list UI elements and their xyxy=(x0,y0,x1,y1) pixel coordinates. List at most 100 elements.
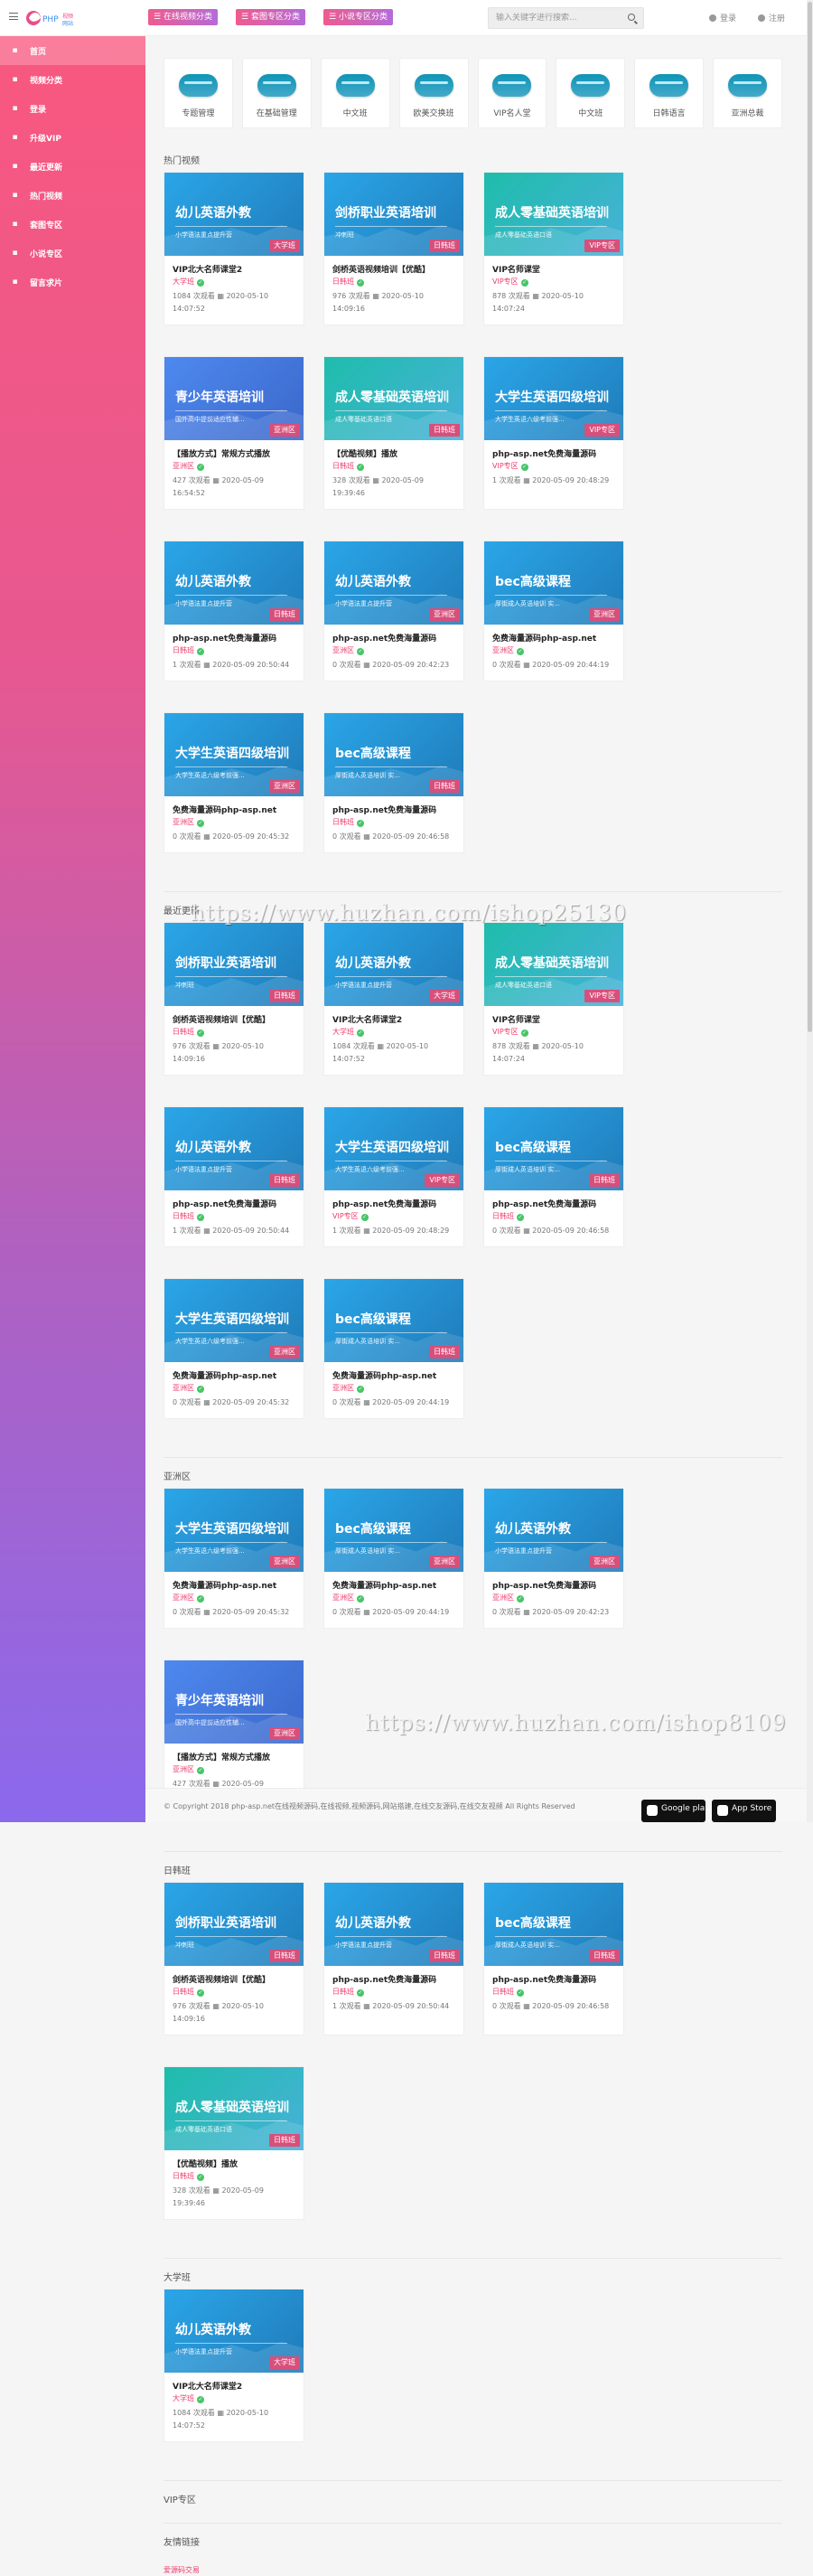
video-thumbnail[interactable]: 成人零基础英语培训 成人零基础英语口语 日韩班 xyxy=(324,357,463,440)
video-card[interactable]: 幼儿英语外教 小学语法重点提升营 亚洲区 php-asp.net免费海量源码 亚洲区 ✓ 0… xyxy=(483,1488,624,1629)
video-thumbnail[interactable]: 大学生英语四级培训 大学生英语六级考前强... 亚洲区 xyxy=(164,1489,304,1572)
video-card[interactable]: 幼儿英语外教 小学语法重点提升营 亚洲区 php-asp.net免费海量源码 亚洲区 ✓ 0… xyxy=(323,541,464,682)
video-title[interactable]: 【播放方式】常规方式播放 xyxy=(173,1751,295,1764)
video-title[interactable]: php-asp.net免费海量源码 xyxy=(492,1198,615,1211)
app-store-button[interactable]: App Store xyxy=(712,1800,776,1822)
sidebar-item-7[interactable]: ▪ 小说专区 xyxy=(0,239,145,268)
header-category-image[interactable]: ☰ 套图专区分类 xyxy=(236,9,305,25)
sidebar-item-2[interactable]: ▪ 登录 xyxy=(0,94,145,123)
video-thumbnail[interactable]: 幼儿英语外教 小学语法重点提升营 亚洲区 xyxy=(324,541,463,625)
register-link[interactable]: 注册 xyxy=(758,12,785,24)
video-thumbnail[interactable]: 幼儿英语外教 小学语法重点提升营 大学班 xyxy=(164,2289,304,2373)
video-title[interactable]: 免费海量源码php-asp.net xyxy=(332,1369,455,1383)
video-thumbnail[interactable]: 成人零基础英语培训 成人零基础英语口语 日韩班 xyxy=(164,2067,304,2150)
video-card[interactable]: bec高级课程 厚街成人英语培训 实... 日韩班 php-asp.net免费海量源码… xyxy=(483,1106,624,1247)
category-card[interactable]: 亚洲总裁 xyxy=(713,58,782,128)
video-thumbnail[interactable]: 大学生英语四级培训 大学生英语六级考前强... 亚洲区 xyxy=(164,713,304,796)
sidebar-item-4[interactable]: ▪ 最近更新 xyxy=(0,152,145,181)
video-title[interactable]: 剑桥英语视频培训【优酷】 xyxy=(173,1973,295,1987)
sidebar-item-5[interactable]: ▪ 热门视频 xyxy=(0,181,145,210)
video-thumbnail[interactable]: 剑桥职业英语培训 冲刺班 日韩班 xyxy=(164,923,304,1006)
login-link[interactable]: 登录 xyxy=(709,12,736,24)
sidebar-item-3[interactable]: ▪ 升级VIP xyxy=(0,123,145,152)
video-thumbnail[interactable]: bec高级课程 厚街成人英语培训 实... 日韩班 xyxy=(484,1107,623,1190)
video-title[interactable]: php-asp.net免费海量源码 xyxy=(332,632,455,645)
vertical-scrollbar[interactable] xyxy=(807,0,813,1822)
video-title[interactable]: php-asp.net免费海量源码 xyxy=(492,1579,615,1593)
video-card[interactable]: 剑桥职业英语培训 冲刺班 日韩班 剑桥英语视频培训【优酷】 日韩班 ✓ 976 次观看 ▦ … xyxy=(323,172,464,325)
video-thumbnail[interactable]: 幼儿英语外教 小学语法重点提升营 大学班 xyxy=(164,173,304,256)
search-icon[interactable] xyxy=(628,14,635,21)
video-title[interactable]: 剑桥英语视频培训【优酷】 xyxy=(332,263,455,277)
header-category-novel[interactable]: ☰ 小说专区分类 xyxy=(323,9,393,25)
video-title[interactable]: php-asp.net免费海量源码 xyxy=(492,447,615,461)
video-thumbnail[interactable]: 幼儿英语外教 小学语法重点提升营 大学班 xyxy=(324,923,463,1006)
video-card[interactable]: 成人零基础英语培训 成人零基础英语口语 VIP专区 VIP名师课堂 VIP专区 ✓ 878 … xyxy=(483,922,624,1076)
video-title[interactable]: php-asp.net免费海量源码 xyxy=(332,1198,455,1211)
sidebar-item-1[interactable]: ▪ 视频分类 xyxy=(0,65,145,94)
video-title[interactable]: php-asp.net免费海量源码 xyxy=(492,1973,615,1987)
video-thumbnail[interactable]: 剑桥职业英语培训 冲刺班 日韩班 xyxy=(324,173,463,256)
video-title[interactable]: 剑桥英语视频培训【优酷】 xyxy=(173,1013,295,1027)
video-title[interactable]: VIP名师课堂 xyxy=(492,1013,615,1027)
video-thumbnail[interactable]: 大学生英语四级培训 大学生英语六级考前强... VIP专区 xyxy=(324,1107,463,1190)
video-title[interactable]: 【播放方式】常规方式播放 xyxy=(173,447,295,461)
video-card[interactable]: 幼儿英语外教 小学语法重点提升营 日韩班 php-asp.net免费海量源码 日韩班 ✓ 1… xyxy=(164,541,304,682)
video-thumbnail[interactable]: 幼儿英语外教 小学语法重点提升营 日韩班 xyxy=(324,1883,463,1966)
video-card[interactable]: 成人零基础英语培训 成人零基础英语口语 日韩班 【优酷视频】播放 日韩班 ✓ 328 次观看… xyxy=(323,356,464,510)
video-title[interactable]: 【优酷视频】播放 xyxy=(332,447,455,461)
video-card[interactable]: bec高级课程 厚街成人英语培训 实... 日韩班免费海量源码php-asp.net… xyxy=(323,1278,464,1419)
scrollbar-thumb[interactable] xyxy=(808,2,812,1032)
video-title[interactable]: 免费海量源码php-asp.net xyxy=(173,1579,295,1593)
site-logo[interactable]: PHP 视频 网站 xyxy=(24,5,97,31)
video-title[interactable]: VIP北大名师课堂2 xyxy=(332,1013,455,1027)
video-title[interactable]: php-asp.net免费海量源码 xyxy=(173,1198,295,1211)
video-title[interactable]: 免费海量源码php-asp.net xyxy=(173,804,295,817)
header-category-video[interactable]: ☰ 在线视频分类 xyxy=(148,9,218,25)
video-thumbnail[interactable]: bec高级课程 厚街成人英语培训 实... 日韩班 xyxy=(324,1279,463,1362)
video-title[interactable]: VIP北大名师课堂2 xyxy=(173,2380,295,2393)
video-title[interactable]: VIP北大名师课堂2 xyxy=(173,263,295,277)
video-thumbnail[interactable]: 青少年英语培训 国外高中提前适应性辅... 亚洲区 xyxy=(164,357,304,440)
video-thumbnail[interactable]: 大学生英语四级培训 大学生英语六级考前强... 亚洲区 xyxy=(164,1279,304,1362)
category-card[interactable]: VIP名人堂 xyxy=(477,58,547,128)
video-thumbnail[interactable]: 幼儿英语外教 小学语法重点提升营 日韩班 xyxy=(164,541,304,625)
sidebar-item-0[interactable]: ▪ 首页 xyxy=(0,36,145,65)
search-input[interactable]: 输入关键字进行搜索... xyxy=(488,7,644,29)
category-card[interactable]: 中文班 xyxy=(556,58,626,128)
menu-toggle-icon[interactable] xyxy=(9,13,18,20)
video-card[interactable]: 幼儿英语外教 小学语法重点提升营 日韩班 php-asp.net免费海量源码 日韩班 ✓ 1… xyxy=(323,1882,464,2035)
video-title[interactable]: 【优酷视频】播放 xyxy=(173,2158,295,2171)
video-card[interactable]: 大学生英语四级培训 大学生英语六级考前强... VIP专区 php-asp.net免费… xyxy=(323,1106,464,1247)
category-card[interactable]: 中文班 xyxy=(320,58,390,128)
video-card[interactable]: bec高级课程 厚街成人英语培训 实... 亚洲区 免费海量源码php-asp.net… xyxy=(483,541,624,682)
video-card[interactable]: bec高级课程 厚街成人英语培训 实... 日韩班 php-asp.net免费海量源码… xyxy=(483,1882,624,2035)
category-card[interactable]: 专题管理 xyxy=(164,58,233,128)
sidebar-item-6[interactable]: ▪ 套图专区 xyxy=(0,210,145,239)
video-thumbnail[interactable]: 成人零基础英语培训 成人零基础英语口语 VIP专区 xyxy=(484,923,623,1006)
video-card[interactable]: 大学生英语四级培训 大学生英语六级考前强... 亚洲区 免费海量源码php-asp.n… xyxy=(164,1278,304,1419)
video-card[interactable]: 幼儿英语外教 小学语法重点提升营 日韩班 php-asp.net免费海量源码 日韩班 ✓ 1… xyxy=(164,1106,304,1247)
video-title[interactable]: 免费海量源码php-asp.net xyxy=(332,1579,455,1593)
video-card[interactable]: 大学生英语四级培训 大学生英语六级考前强... 亚洲区免费海量源码php-asp.n… xyxy=(164,1488,304,1629)
video-thumbnail[interactable]: bec高级课程 厚街成人英语培训 实... 日韩班 xyxy=(324,713,463,796)
video-card[interactable]: 幼儿英语外教 小学语法重点提升营 大学班 VIP北大名师课堂2 大学班 ✓ 1084 次观看… xyxy=(164,2289,304,2442)
video-thumbnail[interactable]: 青少年英语培训 国外高中提前适应性辅... 亚洲区 xyxy=(164,1660,304,1744)
category-card[interactable]: 欧美交换班 xyxy=(398,58,469,128)
video-thumbnail[interactable]: bec高级课程 厚街成人英语培训 实... 亚洲区 xyxy=(324,1489,463,1572)
friend-link[interactable]: 爱源码交易 xyxy=(164,2565,782,2576)
category-card[interactable]: 在基础管理 xyxy=(241,58,312,128)
video-title[interactable]: php-asp.net免费海量源码 xyxy=(173,632,295,645)
video-title[interactable]: php-asp.net免费海量源码 xyxy=(332,804,455,817)
google-play-button[interactable]: Google play xyxy=(641,1800,710,1822)
video-title[interactable]: VIP名师课堂 xyxy=(492,263,615,277)
video-card[interactable]: 成人零基础英语培训 成人零基础英语口语 日韩班 【优酷视频】播放 日韩班 ✓ 328 次观看… xyxy=(164,2066,304,2220)
sidebar-item-8[interactable]: ▪ 留言求片 xyxy=(0,268,145,296)
video-card[interactable]: 幼儿英语外教 小学语法重点提升营 大学班 VIP北大名师课堂2 大学班 ✓ 1084 次观看… xyxy=(164,172,304,325)
video-card[interactable]: 剑桥职业英语培训 冲刺班 日韩班 剑桥英语视频培训【优酷】 日韩班 ✓ 976 次观看 ▦ … xyxy=(164,1882,304,2035)
video-thumbnail[interactable]: 成人零基础英语培训 成人零基础英语口语 VIP专区 xyxy=(484,173,623,256)
video-card[interactable]: 大学生英语四级培训 大学生英语六级考前强... 亚洲区免费海量源码php-asp.n… xyxy=(164,712,304,853)
video-card[interactable]: 剑桥职业英语培训 冲刺班 日韩班 剑桥英语视频培训【优酷】 日韩班 ✓ 976 次观看 ▦ … xyxy=(164,922,304,1076)
video-title[interactable]: 免费海量源码php-asp.net xyxy=(492,632,615,645)
video-title[interactable]: php-asp.net免费海量源码 xyxy=(332,1973,455,1987)
